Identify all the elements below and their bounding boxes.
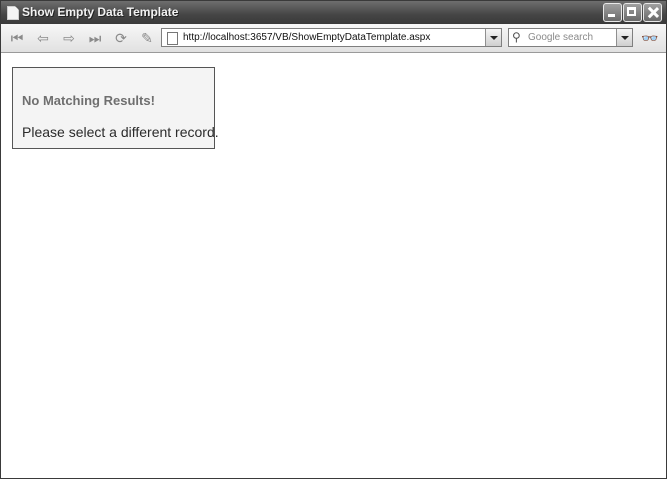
search-input[interactable] <box>528 31 616 44</box>
forward-arrow-icon[interactable]: ⇨ <box>59 28 79 48</box>
search-box[interactable]: ⚲ <box>508 28 633 47</box>
search-dropdown-button[interactable] <box>616 29 632 46</box>
skip-forward-icon[interactable]: ⏭ <box>85 28 105 48</box>
close-button[interactable] <box>643 3 662 22</box>
address-text[interactable]: http://localhost:3657/VB/ShowEmptyDataTe… <box>183 32 430 43</box>
empty-data-message: Please select a different record. <box>22 124 219 140</box>
empty-data-heading: No Matching Results! <box>22 93 155 108</box>
browser-window: Show Empty Data Template ⏮ ⇦ ⇨ ⏭ ⟳ ✎ htt… <box>0 0 667 479</box>
window-title: Show Empty Data Template <box>22 5 179 19</box>
search-icon: ⚲ <box>512 30 521 44</box>
maximize-button[interactable] <box>623 3 642 22</box>
title-bar[interactable]: Show Empty Data Template <box>1 1 666 24</box>
address-bar[interactable]: http://localhost:3657/VB/ShowEmptyDataTe… <box>161 28 502 47</box>
page-icon <box>167 32 178 45</box>
brush-icon[interactable]: ✎ <box>137 28 157 48</box>
navigation-toolbar: ⏮ ⇦ ⇨ ⏭ ⟳ ✎ http://localhost:3657/VB/Sho… <box>1 24 666 53</box>
glasses-icon[interactable]: 👓 <box>639 29 661 47</box>
empty-data-template: No Matching Results! Please select a dif… <box>12 67 219 149</box>
address-dropdown-button[interactable] <box>485 29 501 46</box>
back-arrow-icon[interactable]: ⇦ <box>33 28 53 48</box>
minimize-button[interactable] <box>603 3 622 22</box>
page-content: No Matching Results! Please select a dif… <box>1 53 666 478</box>
refresh-icon[interactable]: ⟳ <box>111 28 131 48</box>
skip-back-icon[interactable]: ⏮ <box>7 28 27 48</box>
page-icon <box>7 6 19 20</box>
